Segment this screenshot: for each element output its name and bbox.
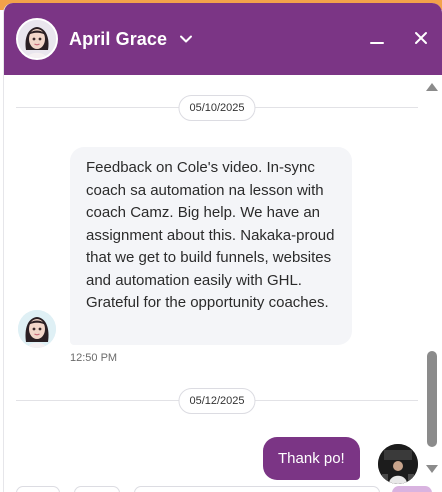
contact-avatar[interactable] (16, 18, 58, 60)
incoming-message-bubble[interactable]: Feedback on Cole's video. In-sync coach … (70, 147, 352, 345)
user-photo-icon (378, 444, 418, 484)
composer-area (4, 486, 442, 492)
scroll-down-arrow-icon[interactable] (426, 465, 438, 473)
chat-header: April Grace (4, 3, 442, 75)
composer-button[interactable] (16, 486, 60, 492)
date-separator: 05/10/2025 (16, 95, 418, 121)
chevron-down-icon[interactable] (179, 32, 193, 46)
date-separator: 05/12/2025 (16, 388, 418, 414)
date-label: 05/10/2025 (178, 95, 256, 121)
minimize-icon (370, 42, 384, 44)
scrollbar[interactable] (422, 75, 442, 492)
composer-button[interactable] (74, 486, 120, 492)
message-thread[interactable]: 05/10/2025 Feedback on Cole's video. In-… (4, 75, 442, 492)
send-button[interactable] (392, 486, 432, 492)
female-avatar-icon (18, 310, 56, 348)
header-actions (368, 29, 430, 47)
female-avatar-icon (18, 20, 56, 58)
contact-name[interactable]: April Grace (69, 29, 167, 50)
chat-window: April Grace 05/10/2025 Feedback on Cole'… (3, 3, 442, 492)
user-avatar[interactable] (378, 444, 418, 484)
message-input[interactable] (134, 486, 380, 492)
close-icon (415, 32, 427, 44)
minimize-button[interactable] (368, 29, 386, 47)
message-timestamp: 12:50 PM (70, 352, 118, 364)
scrollbar-thumb[interactable] (427, 351, 437, 447)
date-label: 05/12/2025 (178, 388, 256, 414)
close-button[interactable] (412, 29, 430, 47)
outgoing-message-bubble[interactable]: Thank po! (263, 437, 360, 480)
scroll-up-arrow-icon[interactable] (426, 83, 438, 91)
sender-avatar[interactable] (18, 310, 56, 348)
